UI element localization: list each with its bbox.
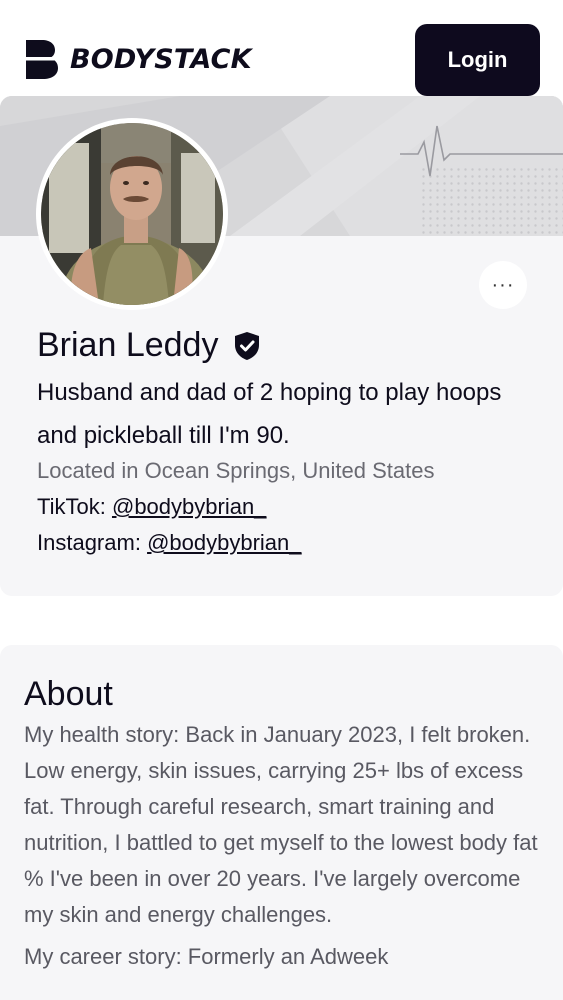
site-header: BODYSTACK Login xyxy=(0,0,563,96)
login-button[interactable]: Login xyxy=(415,24,540,96)
instagram-link[interactable]: @bodybybrian_ xyxy=(147,530,301,555)
profile-name: Brian Leddy xyxy=(37,326,219,364)
profile-card: ··· Brian Leddy Husband and dad of 2 hop… xyxy=(0,96,563,596)
profile-bio: Husband and dad of 2 hoping to play hoop… xyxy=(37,379,502,449)
about-text: My health story: Back in January 2023, I… xyxy=(24,717,539,981)
about-title: About xyxy=(24,675,113,713)
about-paragraph: My career story: Formerly an Adweek xyxy=(24,944,389,969)
verified-badge-icon xyxy=(235,331,260,360)
profile-location: Located in Ocean Springs, United States xyxy=(37,458,435,483)
tiktok-label: TikTok: xyxy=(37,494,106,519)
avatar xyxy=(41,123,223,305)
instagram-row: Instagram: @bodybybrian_ xyxy=(37,530,302,556)
profile-name-row: Brian Leddy xyxy=(37,326,261,365)
tiktok-row: TikTok: @bodybybrian_ xyxy=(37,494,266,520)
profile-photo xyxy=(41,123,223,305)
about-paragraph: My health story: Back in January 2023, I… xyxy=(24,722,538,927)
brand-name: BODYSTACK xyxy=(70,43,252,75)
more-options-button[interactable]: ··· xyxy=(479,261,527,309)
brand-logo[interactable]: BODYSTACK xyxy=(24,38,252,80)
about-card: About My health story: Back in January 2… xyxy=(0,645,563,1000)
bodystack-logo-icon xyxy=(24,40,60,79)
tiktok-link[interactable]: @bodybybrian_ xyxy=(112,494,266,519)
more-options-icon: ··· xyxy=(491,273,515,296)
avatar-frame xyxy=(36,118,228,310)
instagram-label: Instagram: xyxy=(37,530,141,555)
